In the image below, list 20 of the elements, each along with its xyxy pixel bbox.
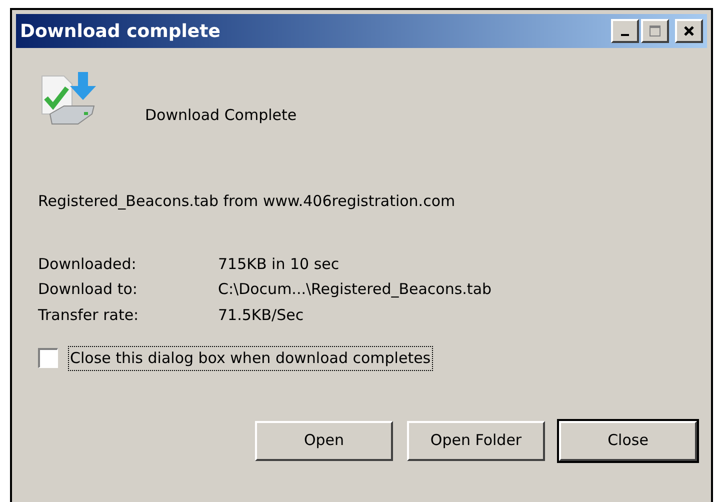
- dialog-button[interactable]: Open Folder: [407, 420, 545, 460]
- minimize-icon: [621, 34, 629, 36]
- checkbox[interactable]: [38, 348, 58, 368]
- window-title: Download complete: [20, 20, 220, 44]
- checkbox-label[interactable]: Close this dialog box when download completes: [68, 346, 433, 370]
- detail-label: Downloaded:: [38, 254, 138, 274]
- source-text: Registered_Beacons.tab from www.406registration.com: [38, 191, 456, 212]
- dialog-button[interactable]: Close: [559, 420, 697, 460]
- close-button[interactable]: [675, 19, 703, 43]
- maximize-icon: [649, 25, 661, 37]
- minimize-button[interactable]: [611, 19, 639, 43]
- maximize-button[interactable]: [641, 19, 669, 43]
- detail-label: Download to:: [38, 279, 138, 300]
- dialog-button[interactable]: Open: [255, 420, 393, 460]
- detail-value: C:\Docum...\Registered_Beacons.tab: [218, 279, 492, 300]
- detail-label: Transfer rate:: [38, 304, 140, 326]
- detail-value: 715KB in 10 sec: [218, 254, 340, 274]
- detail-value: 71.5KB/Sec: [218, 304, 304, 326]
- close-icon: [683, 25, 695, 37]
- heading: Download Complete: [145, 104, 297, 126]
